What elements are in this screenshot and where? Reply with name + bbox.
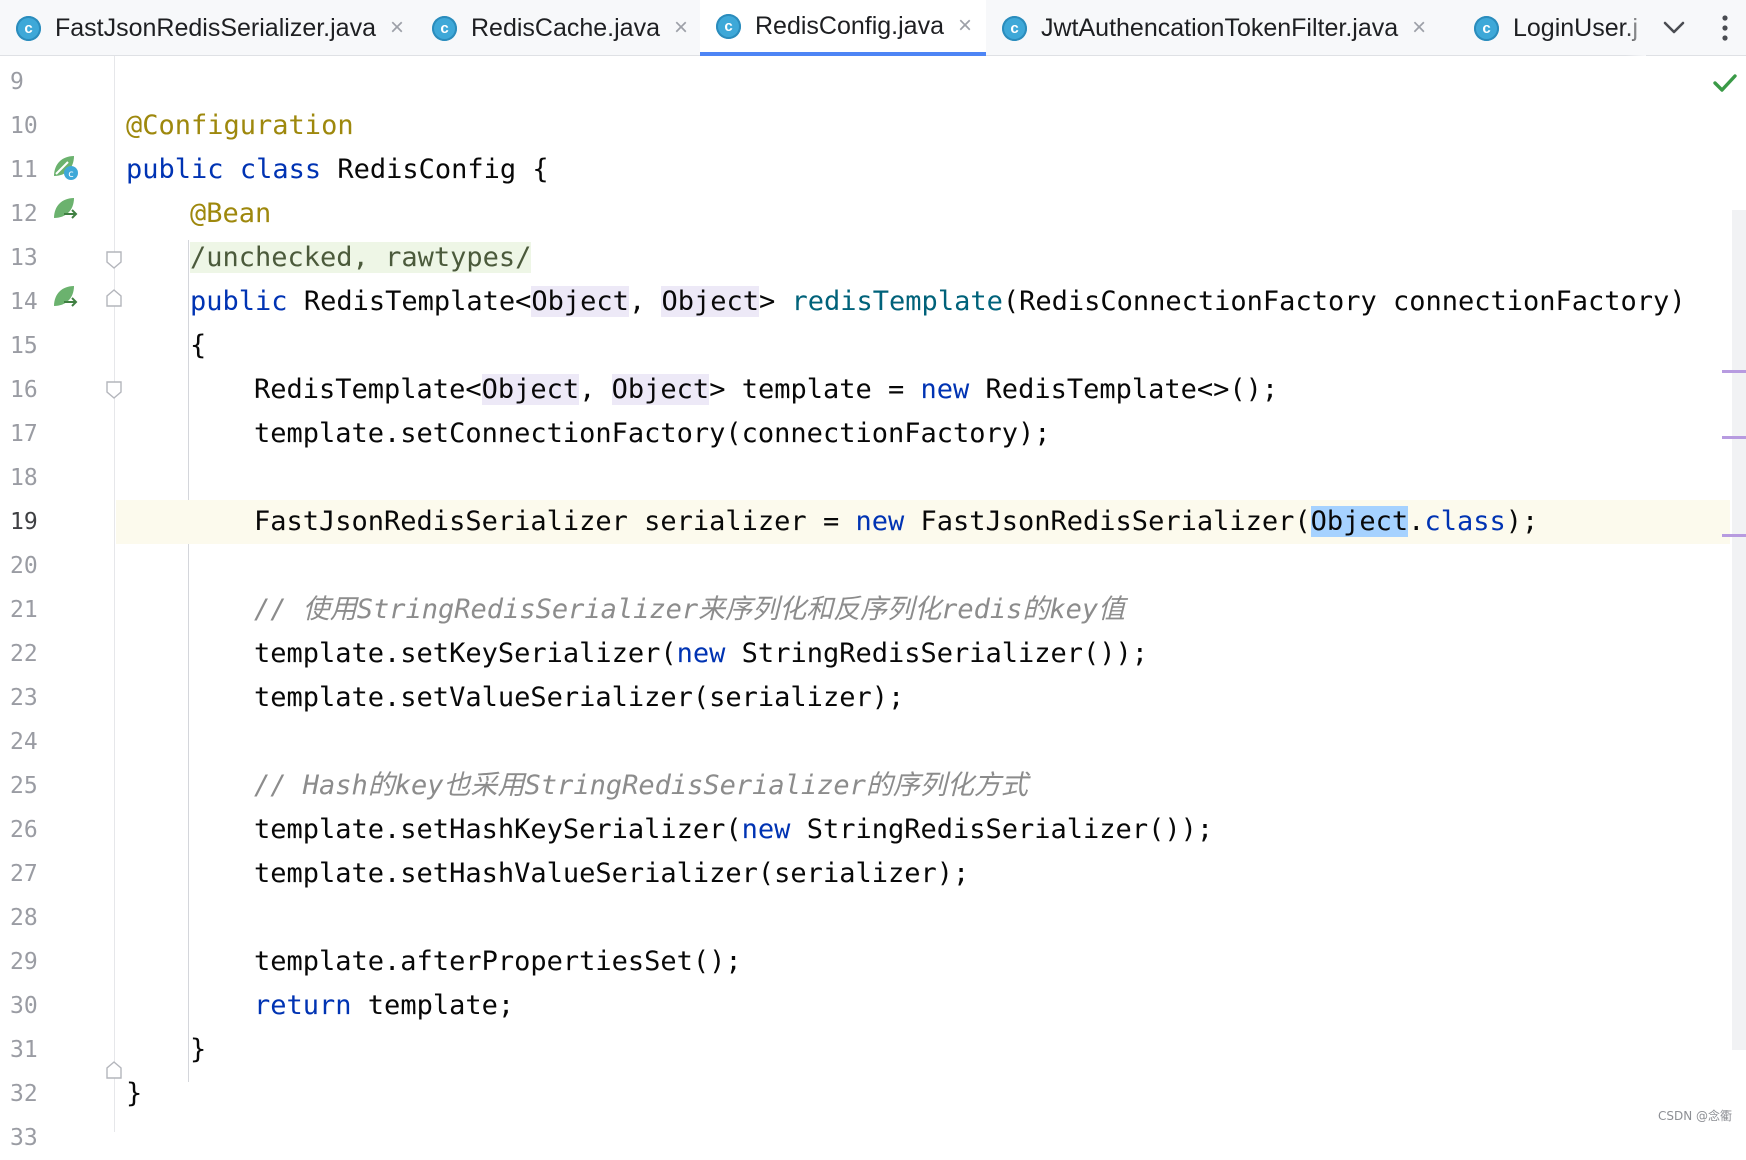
line-number: 10 — [10, 113, 38, 139]
close-icon[interactable]: × — [958, 14, 972, 38]
line-number: 17 — [10, 421, 38, 447]
line-number: 22 — [10, 641, 38, 667]
close-icon[interactable]: × — [390, 16, 404, 40]
tab-label: LoginUser.j — [1513, 13, 1639, 42]
svg-text:c: c — [68, 169, 74, 180]
class-icon: c — [1002, 15, 1027, 41]
code-line-21: // 使用StringRedisSerializer来序列化和反序列化redis… — [116, 588, 1730, 632]
error-stripe-marker[interactable] — [1722, 370, 1746, 373]
code-line-22: template.setKeySerializer(new StringRedi… — [254, 638, 1149, 669]
line-number: 21 — [10, 597, 38, 623]
line-number: 30 — [10, 993, 38, 1019]
line-number: 14 — [10, 289, 38, 315]
line-number: 16 — [10, 377, 38, 403]
tab-redisconfig[interactable]: c RedisConfig.java × — [700, 0, 986, 56]
code-line-10: @Configuration — [126, 110, 354, 141]
more-vertical-icon[interactable] — [1716, 12, 1734, 44]
line-number: 27 — [10, 861, 38, 887]
code-line-27: template.setHashValueSerializer(serializ… — [254, 858, 970, 889]
line-number: 11 — [10, 157, 38, 183]
suppress-warnings-text: /unchecked, rawtypes/ — [190, 242, 532, 273]
tab-label: RedisConfig.java — [755, 11, 944, 40]
code-line-11: public class RedisConfig { — [126, 154, 549, 185]
tab-rediscache[interactable]: c RedisCache.java × — [416, 0, 700, 56]
class-icon: c — [716, 13, 741, 39]
close-icon[interactable]: × — [1412, 16, 1426, 40]
code-comment: // Hash的key也采用StringRedisSerializer的序列化方… — [254, 770, 1028, 801]
error-stripe-marker[interactable] — [1722, 436, 1746, 439]
line-number: 32 — [10, 1081, 38, 1107]
class-icon: c — [1474, 15, 1499, 41]
tab-label: RedisCache.java — [471, 13, 660, 42]
line-number: 13 — [10, 245, 38, 271]
code-line-32: } — [126, 1078, 143, 1109]
code-comment: // 使用StringRedisSerializer来序列化和反序列化redis… — [254, 594, 1126, 625]
code-line-26: template.setHashKeySerializer(new String… — [254, 814, 1214, 845]
error-stripe-marker[interactable] — [1722, 534, 1746, 537]
line-number: 28 — [10, 905, 38, 931]
line-number: 29 — [10, 949, 38, 975]
watermark: CSDN @念衢 — [1657, 1109, 1732, 1123]
editor-tab-bar: c FastJsonRedisSerializer.java × c Redis… — [0, 0, 1746, 56]
code-line-12: @Bean — [190, 198, 272, 229]
code-line-25: // Hash的key也采用StringRedisSerializer的序列化方… — [116, 764, 1730, 808]
code-line-19-current: FastJsonRedisSerializer serializer = new… — [116, 500, 1730, 544]
close-icon[interactable]: × — [674, 16, 688, 40]
tab-label: JwtAuthencationTokenFilter.java — [1041, 13, 1399, 42]
line-number: 33 — [10, 1125, 38, 1151]
line-number: 23 — [10, 685, 38, 711]
tab-fastjsonredisserializer[interactable]: c FastJsonRedisSerializer.java × — [0, 0, 416, 56]
spring-bean-icon[interactable] — [50, 194, 80, 224]
line-number: 31 — [10, 1037, 38, 1063]
line-number: 9 — [10, 69, 24, 95]
check-icon[interactable] — [1712, 72, 1738, 94]
line-number: 18 — [10, 465, 38, 491]
editor-gutter[interactable]: 9 10 11 12 13 14 15 16 17 18 19 20 21 22… — [0, 56, 122, 1151]
spring-config-class-icon[interactable]: c — [50, 152, 80, 182]
code-line-16: RedisTemplate<Object, Object> template =… — [254, 374, 1279, 405]
code-line-13: /unchecked, rawtypes/ — [116, 236, 1730, 280]
line-number: 26 — [10, 817, 38, 843]
code-line-30: return template; — [254, 990, 515, 1021]
line-number: 15 — [10, 333, 38, 359]
tab-jwtauthencationtokenfilter[interactable]: c JwtAuthencationTokenFilter.java × — [986, 0, 1458, 56]
selected-text: Object — [1310, 506, 1409, 537]
line-number-current: 19 — [10, 509, 38, 535]
chevron-down-icon[interactable] — [1660, 14, 1688, 42]
code-line-29: template.afterPropertiesSet(); — [254, 946, 742, 977]
code-line-14: public RedisTemplate<Object, Object> red… — [190, 286, 1686, 317]
class-icon: c — [432, 15, 457, 41]
vertical-scrollbar[interactable] — [1732, 210, 1746, 1050]
line-number: 25 — [10, 773, 38, 799]
tab-loginuser[interactable]: c LoginUser.j — [1458, 0, 1646, 56]
code-line-15: { — [190, 330, 207, 361]
code-editor[interactable]: @Configuration public class RedisConfig … — [116, 56, 1730, 1132]
class-icon: c — [16, 15, 41, 41]
spring-bean-method-icon[interactable] — [50, 282, 80, 312]
line-number: 12 — [10, 201, 38, 227]
code-line-31: } — [190, 1034, 207, 1065]
line-number: 24 — [10, 729, 38, 755]
tab-label: FastJsonRedisSerializer.java — [55, 13, 376, 42]
line-number: 20 — [10, 553, 38, 579]
code-line-23: template.setValueSerializer(serializer); — [254, 682, 905, 713]
code-line-17: template.setConnectionFactory(connection… — [254, 418, 1051, 449]
